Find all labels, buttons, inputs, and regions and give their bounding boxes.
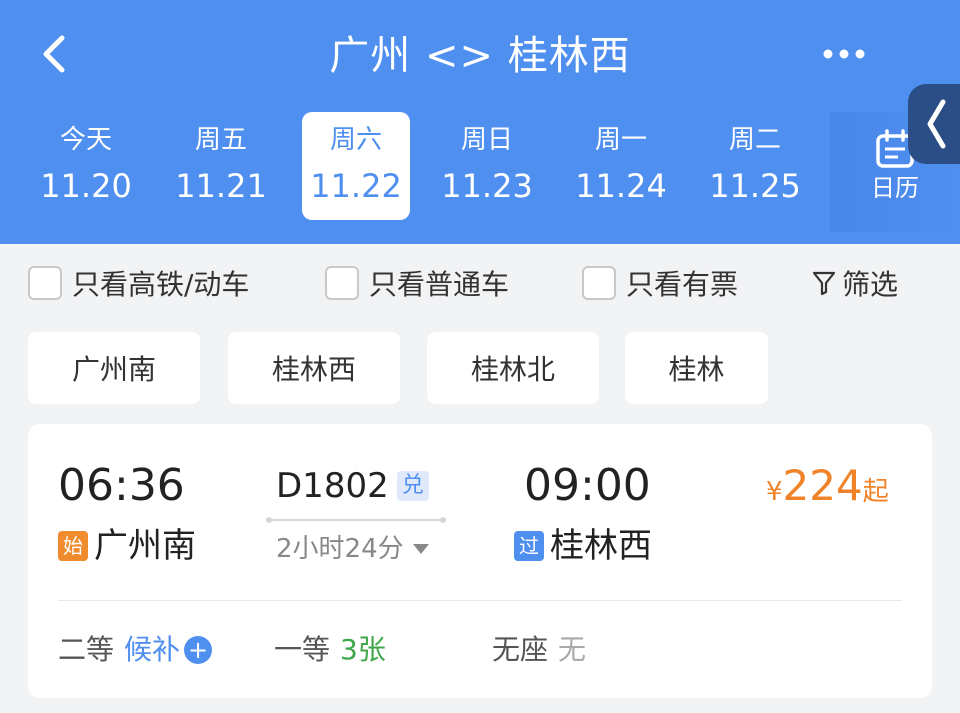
date-weekday: 周一 — [594, 125, 647, 155]
seat-class: 一等 — [274, 633, 331, 666]
seat-status: 3张 — [340, 633, 386, 666]
date-tab-5[interactable]: 周二 11.25 — [701, 112, 809, 220]
date-selector: 今天 11.20 周五 11.21 周六 11.22 周日 11.23 周一 1… — [20, 112, 820, 222]
more-button[interactable] — [818, 36, 874, 72]
date-weekday: 今天 — [59, 125, 112, 155]
more-dots-icon — [823, 49, 865, 59]
station-chip[interactable]: 广州南 — [28, 332, 200, 404]
checkbox-label: 只看高铁/动车 — [72, 268, 250, 301]
date-day: 11.23 — [441, 167, 533, 205]
filter-button[interactable]: 筛选 — [812, 263, 898, 303]
date-day: 11.21 — [175, 167, 267, 205]
route-line — [266, 517, 446, 523]
seat-class: 无座 — [492, 633, 549, 666]
departure-station: 始 广州南 — [58, 524, 196, 568]
date-weekday: 周五 — [194, 125, 247, 155]
duration-text: 2小时24分 — [276, 534, 404, 564]
page-title: 广州 <> 桂林西 — [329, 33, 631, 79]
price: ¥ 224 起 — [766, 460, 889, 512]
plus-icon: + — [184, 636, 213, 664]
filter-label: 筛选 — [842, 268, 899, 301]
duration-toggle[interactable]: 2小时24分 — [276, 532, 430, 566]
seat-status: 候补 — [124, 633, 181, 666]
date-tab-3[interactable]: 周日 11.23 — [433, 112, 541, 220]
seat-class: 二等 — [58, 633, 115, 666]
exchange-badge: 兑 — [396, 471, 429, 501]
station-chip[interactable]: 桂林西 — [228, 332, 400, 404]
seat-status: 无 — [558, 633, 587, 666]
checkbox-box — [28, 266, 62, 300]
chevron-left-icon — [927, 99, 946, 149]
price-value: 224 — [782, 461, 863, 510]
date-weekday: 周日 — [460, 125, 513, 155]
arrival-station-name: 桂林西 — [550, 526, 652, 566]
calendar-label: 日历 — [871, 174, 919, 202]
arrival-time: 09:00 — [524, 460, 651, 511]
price-currency: ¥ — [766, 477, 783, 507]
origin-tag: 始 — [58, 531, 88, 561]
date-tab-4[interactable]: 周一 11.24 — [567, 112, 675, 220]
date-tab-2-selected[interactable]: 周六 11.22 — [302, 112, 410, 220]
regular-train-only-checkbox[interactable]: 只看普通车 — [325, 263, 509, 303]
date-weekday: 周六 — [329, 125, 382, 155]
high-speed-only-checkbox[interactable]: 只看高铁/动车 — [28, 263, 249, 303]
train-number-text: D1802 — [276, 466, 389, 506]
station-chip[interactable]: 桂林北 — [427, 332, 599, 404]
date-day: 11.22 — [310, 167, 402, 205]
departure-time: 06:36 — [58, 460, 185, 511]
date-day: 11.20 — [40, 167, 132, 205]
checkbox-box — [325, 266, 359, 300]
triangle-down-icon — [412, 544, 429, 554]
date-tab-1[interactable]: 周五 11.21 — [167, 112, 275, 220]
train-result-card[interactable]: 06:36 D1802 兑 2小时24分 09:00 始 广州南 过 桂林西 ¥… — [28, 424, 932, 698]
available-only-checkbox[interactable]: 只看有票 — [582, 263, 738, 303]
train-number: D1802 兑 — [276, 466, 429, 506]
funnel-icon — [812, 271, 836, 296]
station-chip[interactable]: 桂林 — [625, 332, 768, 404]
date-day: 11.24 — [575, 167, 667, 205]
date-tab-0[interactable]: 今天 11.20 — [32, 112, 140, 220]
date-day: 11.25 — [709, 167, 801, 205]
departure-station-name: 广州南 — [94, 526, 196, 566]
seat-second-class[interactable]: 二等 候补 + — [58, 630, 213, 670]
station-chips: 广州南 桂林西 桂林北 桂林 — [28, 332, 932, 404]
checkbox-box — [582, 266, 616, 300]
checkbox-label: 只看普通车 — [369, 268, 510, 301]
pass-through-tag: 过 — [514, 531, 544, 561]
seat-first-class[interactable]: 一等 3张 — [274, 630, 386, 670]
arrival-station: 过 桂林西 — [514, 524, 652, 568]
divider — [58, 600, 902, 601]
side-collapse-tab[interactable] — [908, 84, 960, 164]
filter-bar: 只看高铁/动车 只看普通车 只看有票 筛选 — [0, 244, 960, 322]
price-suffix: 起 — [862, 477, 889, 507]
seat-no-seat[interactable]: 无座 无 — [492, 630, 586, 670]
date-weekday: 周二 — [728, 125, 781, 155]
checkbox-label: 只看有票 — [626, 268, 739, 301]
header-bar: 广州 <> 桂林西 今天 11.20 周五 11.21 周六 11.22 周日 … — [0, 0, 960, 244]
